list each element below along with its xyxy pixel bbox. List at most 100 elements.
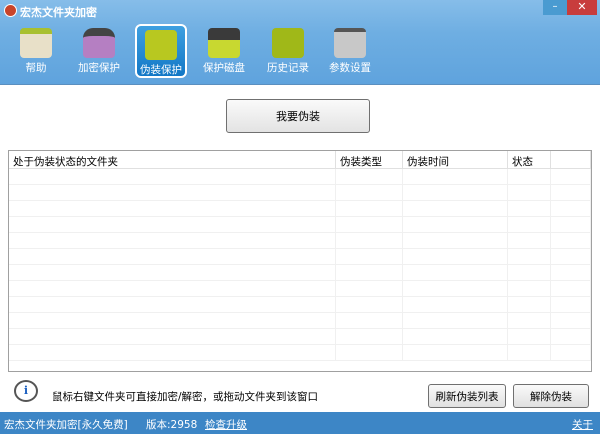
table-cell (508, 297, 551, 312)
column-time[interactable]: 伪装时间 (403, 151, 508, 168)
table-cell (551, 185, 591, 200)
toolbar-encrypt[interactable]: 加密保护 (73, 24, 125, 78)
table-cell (336, 329, 403, 344)
table-cell (403, 297, 508, 312)
lock-icon (83, 28, 115, 58)
table-cell (403, 169, 508, 184)
table-cell (403, 185, 508, 200)
toolbar-label: 加密保护 (78, 62, 120, 74)
table-cell (9, 313, 336, 328)
column-folder[interactable]: 处于伪装状态的文件夹 (9, 151, 336, 168)
table-cell (403, 265, 508, 280)
toolbar-disguise[interactable]: 伪装保护 (135, 24, 187, 78)
empty-table-row (9, 329, 591, 345)
disguise-button[interactable]: 我要伪装 (226, 99, 370, 133)
table-cell (508, 201, 551, 216)
toolbar-settings[interactable]: 参数设置 (324, 24, 376, 78)
table-cell (508, 313, 551, 328)
table-header: 处于伪装状态的文件夹 伪装类型 伪装时间 状态 (9, 151, 591, 169)
table-cell (9, 233, 336, 248)
toolbar-history[interactable]: 历史记录 (262, 24, 314, 78)
close-button[interactable]: ✕ (567, 0, 597, 15)
window-title: 宏杰文件夹加密 (20, 6, 97, 19)
table-cell (9, 281, 336, 296)
empty-table-row (9, 265, 591, 281)
table-cell (551, 169, 591, 184)
table-cell (551, 265, 591, 280)
table-cell (403, 313, 508, 328)
empty-table-row (9, 233, 591, 249)
history-chart-icon (272, 28, 304, 58)
toolbar-label: 保护磁盘 (203, 62, 245, 74)
table-cell (508, 169, 551, 184)
table-cell (9, 201, 336, 216)
column-type[interactable]: 伪装类型 (336, 151, 403, 168)
table-cell (336, 169, 403, 184)
table-cell (508, 265, 551, 280)
table-cell (551, 233, 591, 248)
table-cell (336, 249, 403, 264)
empty-table-row (9, 249, 591, 265)
toolbar-help[interactable]: 帮助 (10, 24, 62, 78)
toolbar-label: 帮助 (25, 62, 47, 74)
version-label: 版本:2958 (146, 419, 198, 431)
table-cell (508, 249, 551, 264)
table-cell (508, 329, 551, 344)
table-cell (551, 201, 591, 216)
table-cell (336, 297, 403, 312)
status-bar: 宏杰文件夹加密[永久免费] 版本:2958 检查升级 关于 (0, 412, 600, 434)
table-cell (336, 281, 403, 296)
table-cell (336, 233, 403, 248)
table-cell (336, 345, 403, 360)
table-cell (508, 345, 551, 360)
empty-table-row (9, 297, 591, 313)
notebook-icon (145, 30, 177, 60)
app-lock-icon (4, 4, 17, 17)
product-label: 宏杰文件夹加密[永久免费] (4, 419, 128, 431)
check-update-link[interactable]: 检查升级 (205, 417, 247, 432)
empty-table-row (9, 281, 591, 297)
table-cell (403, 345, 508, 360)
home-icon (20, 28, 52, 58)
table-cell (551, 345, 591, 360)
table-cell (403, 329, 508, 344)
table-cell (9, 329, 336, 344)
table-cell (551, 329, 591, 344)
table-cell (336, 201, 403, 216)
table-cell (508, 217, 551, 232)
empty-table-row (9, 169, 591, 185)
toolbar-label: 历史记录 (267, 62, 309, 74)
table-cell (551, 297, 591, 312)
table-cell (508, 281, 551, 296)
minimize-button[interactable]: – (543, 0, 567, 15)
table-cell (403, 201, 508, 216)
empty-table-row (9, 313, 591, 329)
table-cell (403, 249, 508, 264)
toolbar-protect-disk[interactable]: 保护磁盘 (198, 24, 250, 78)
table-cell (551, 281, 591, 296)
empty-table-row (9, 345, 591, 361)
toolbar-label: 伪装保护 (140, 64, 182, 76)
table-cell (403, 233, 508, 248)
toolbar-label: 参数设置 (329, 62, 371, 74)
about-link[interactable]: 关于 (572, 417, 593, 432)
empty-table-row (9, 185, 591, 201)
remove-disguise-button[interactable]: 解除伪装 (513, 384, 589, 408)
disguised-folders-table[interactable]: 处于伪装状态的文件夹 伪装类型 伪装时间 状态 (8, 150, 592, 372)
table-cell (9, 265, 336, 280)
table-cell (9, 169, 336, 184)
info-icon: i (14, 380, 38, 402)
table-cell (9, 185, 336, 200)
table-cell (9, 297, 336, 312)
table-cell (403, 217, 508, 232)
table-cell (9, 217, 336, 232)
table-cell (336, 185, 403, 200)
table-cell (551, 313, 591, 328)
tip-text: 鼠标右键文件夹可直接加密/解密，或拖动文件夹到该窗口 (52, 391, 319, 403)
table-cell (336, 265, 403, 280)
column-status[interactable]: 状态 (508, 151, 551, 168)
toolbox-icon (334, 28, 366, 58)
table-cell (9, 249, 336, 264)
refresh-list-button[interactable]: 刷新伪装列表 (428, 384, 506, 408)
table-cell (336, 313, 403, 328)
